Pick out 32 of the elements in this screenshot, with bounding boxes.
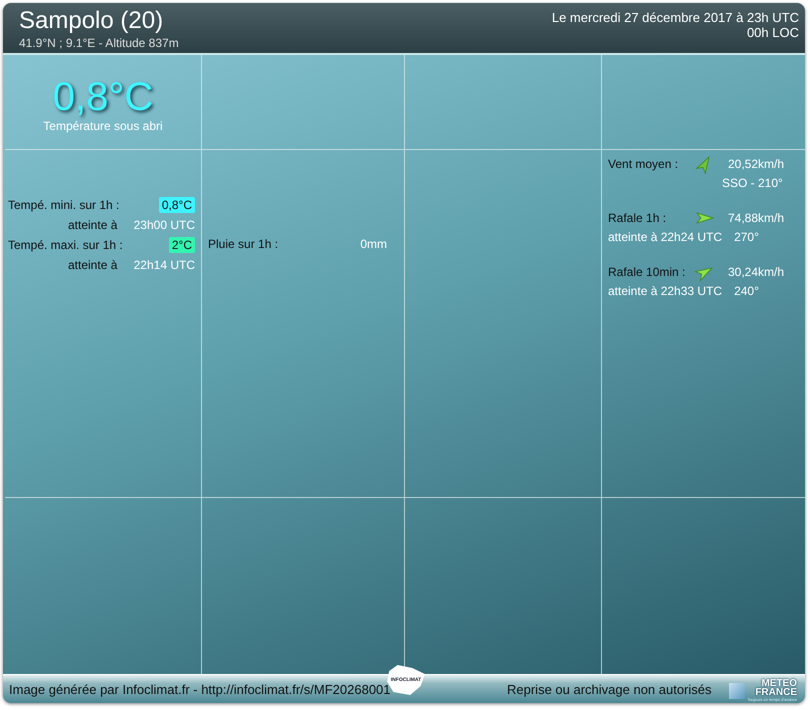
wind-speed: 20,52km/h — [728, 156, 784, 170]
station-coordinates: 41.9°N ; 9.1°E - Altitude 837m — [19, 36, 179, 50]
rain-label: Pluie sur 1h : — [208, 237, 278, 251]
reached-time: 22h14 UTC — [134, 258, 195, 272]
local-time: 00h LOC — [746, 25, 799, 40]
temperature-badge: 2°C — [168, 236, 195, 252]
observation-date: Le mercredi 27 décembre 2017 à 23h UTC — [552, 10, 799, 25]
wind-label: Vent moyen : — [608, 156, 680, 170]
wind-arrow-icon — [696, 210, 714, 224]
partner-logo-text: METEO FRANCE — [754, 679, 797, 697]
rain-value: 0mm — [360, 237, 387, 251]
credit-text: Image générée par Infoclimat.fr - http://infoclimat.fr/s/MF20268001 — [9, 682, 392, 696]
reached-time: 23h00 UTC — [134, 218, 195, 232]
extreme-label: Tempé. mini. sur 1h : — [8, 198, 120, 212]
wind-direction: SSO - 210° — [722, 176, 783, 191]
gust-time: atteinte à 22h33 UTC — [608, 284, 722, 299]
square-logo-icon — [729, 682, 746, 698]
wind-speed: 74,88km/h — [728, 210, 784, 224]
temperature-value: 0,8°C — [52, 77, 154, 117]
station-title: Sampolo (20) — [19, 7, 164, 35]
gust-time: atteinte à 22h24 UTC — [608, 230, 722, 245]
temperature-label: Température sous abri — [43, 119, 163, 133]
wind-direction: 270° — [734, 230, 759, 245]
reached-label: atteinte à — [68, 218, 118, 232]
temperature-badge: 0,8°C — [158, 196, 195, 212]
wind-direction: 240° — [734, 284, 759, 299]
notice-text: Reprise ou archivage non autorisés — [507, 682, 712, 696]
wind-label: Rafale 10min : — [608, 264, 686, 278]
wind-label: Rafale 1h : — [608, 210, 668, 224]
wind-speed: 30,24km/h — [728, 264, 784, 278]
reached-label: atteinte à — [68, 258, 118, 272]
extreme-label: Tempé. maxi. sur 1h : — [8, 238, 123, 252]
